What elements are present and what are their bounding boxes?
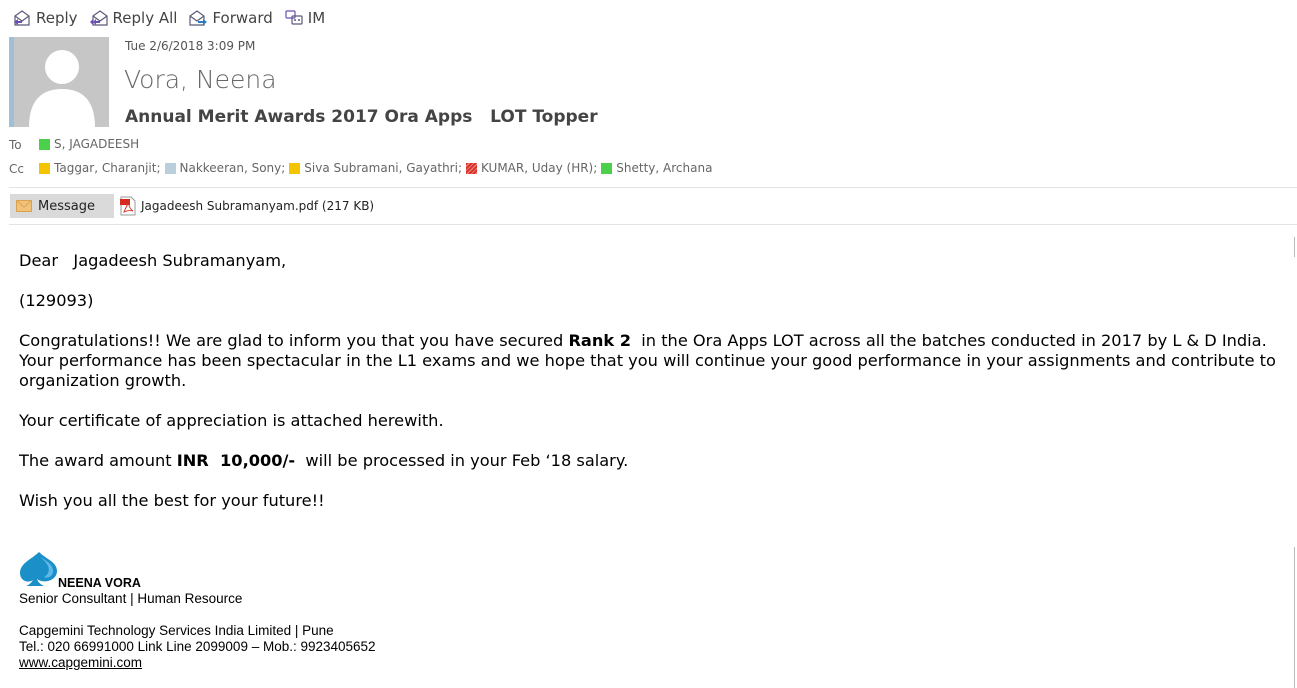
cc-recipients: Taggar, Charanjit; Nakkeeran, Sony; Siva… [39,161,716,175]
presence-indicator [164,162,176,174]
attachment-file[interactable]: Jagadeesh Subramanyam.pdf (217 KB) [120,196,374,216]
forward-button[interactable]: Forward [188,8,273,28]
presence-indicator [39,138,50,150]
reply-all-button[interactable]: Reply All [89,8,178,28]
recipient[interactable]: KUMAR, Uday (HR); [465,161,598,175]
message-header: Tue 2/6/2018 3:09 PM Vora, Neena Annual … [0,37,1297,187]
im-icon [285,10,303,25]
to-label: To [9,138,22,152]
envelope-icon [16,200,32,212]
attachment-file-name: Jagadeesh Subramanyam.pdf (217 KB) [141,199,375,213]
reply-button[interactable]: Reply [12,8,78,28]
award-amount: INR 10,000/- [176,451,296,470]
signature-title: Senior Consultant | Human Resource [19,591,243,606]
signature-name: NEENA VORA [58,576,141,590]
message-date: Tue 2/6/2018 3:09 PM [125,39,256,53]
person-placeholder-icon [29,50,95,127]
cc-label: Cc [9,162,24,176]
presence-indicator [39,162,50,174]
recipient-name: Siva Subramani, Gayathri; [304,161,462,175]
signature-company: Capgemini Technology Services India Limi… [19,623,334,638]
recipient[interactable]: Siva Subramani, Gayathri; [289,161,462,175]
presence-indicator [289,162,301,174]
paragraph-text: The award amount [19,451,177,470]
paragraph-text: will be processed in your Feb ‘18 salary… [295,451,629,470]
attachment-bar: Message Jagadeesh Subramanyam.pdf (217 K… [10,194,374,218]
header-divider [9,187,1297,188]
signature-website-link[interactable]: www.capgemini.com [19,655,142,671]
award-paragraph: The award amount INR 10,000/- will be pr… [19,451,1289,471]
recipient[interactable]: Taggar, Charanjit; [39,161,161,175]
message-body: Dear Jagadeesh Subramanyam, (129093) Con… [19,251,1289,511]
closing-paragraph: Wish you all the best for your future!! [19,491,325,510]
message-subject: Annual Merit Awards 2017 Ora Apps LOT To… [125,107,598,127]
scrollbar-line [1294,547,1295,688]
reply-all-icon [89,10,108,26]
recipient[interactable]: Nakkeeran, Sony; [164,161,286,175]
employee-id: (129093) [19,291,94,310]
forward-icon [189,10,208,26]
scrollbar-line [1294,237,1295,257]
recipient-name: Taggar, Charanjit; [54,161,161,175]
paragraph-text: Congratulations!! We are glad to inform … [19,331,569,350]
message-tab[interactable]: Message [10,194,114,218]
signature-phone: Tel.: 020 66991000 Link Line 2099009 – M… [19,639,376,654]
recipient[interactable]: S, JAGADEESH [39,137,139,151]
reply-label: Reply [36,9,78,27]
message-toolbar: Reply Reply All Forward IM [12,7,336,29]
to-recipients: S, JAGADEESH [39,137,143,151]
presence-indicator [601,162,613,174]
forward-label: Forward [212,9,273,27]
presence-indicator [465,162,477,174]
sender-avatar [9,37,109,127]
recipient-name: S, JAGADEESH [54,137,140,151]
reply-icon [14,10,30,26]
recipient[interactable]: Shetty, Archana [601,161,712,175]
im-button[interactable]: IM [284,8,325,28]
capgemini-spade-logo [20,552,57,586]
attachment-divider [9,224,1297,225]
body-scrollbar[interactable] [1292,237,1297,688]
greeting: Dear Jagadeesh Subramanyam, [19,251,287,270]
message-tab-label: Message [38,198,95,214]
congratulation-paragraph: Congratulations!! We are glad to inform … [19,331,1289,391]
recipient-name: KUMAR, Uday (HR); [480,161,598,175]
recipient-name: Nakkeeran, Sony; [179,161,286,175]
rank-text: Rank 2 [568,331,632,350]
certificate-paragraph: Your certificate of appreciation is atta… [19,411,444,430]
sender-name[interactable]: Vora, Neena [124,65,277,94]
recipient-name: Shetty, Archana [616,161,713,175]
im-label: IM [307,9,326,27]
reply-all-label: Reply All [112,9,178,27]
pdf-icon [120,196,136,216]
